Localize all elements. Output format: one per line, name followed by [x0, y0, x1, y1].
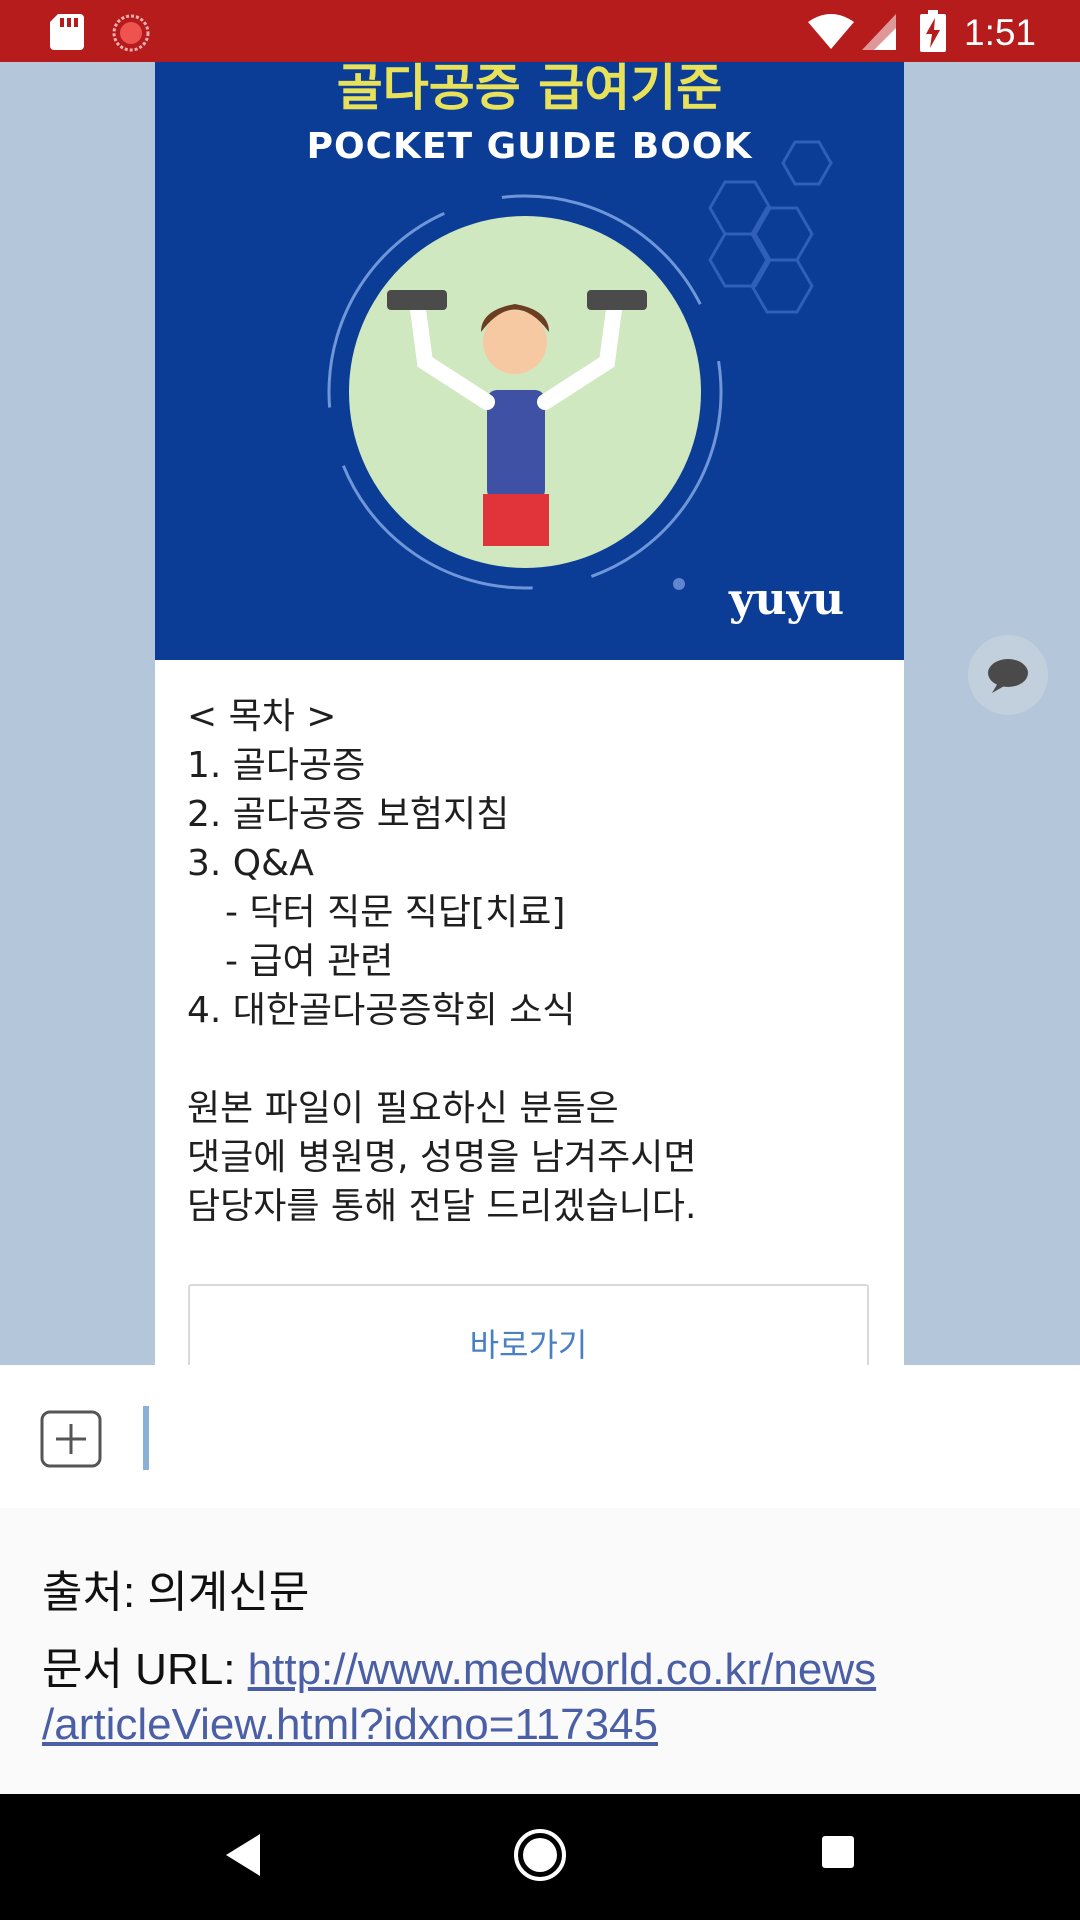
- cell-signal-icon: [862, 14, 896, 50]
- brand-logo: yuyu: [729, 574, 845, 625]
- toc-subitem: - 닥터 직문 직답[치료]: [225, 892, 566, 933]
- sd-card-icon: [50, 14, 84, 50]
- toc-item: 4. 대한골다공증학회 소식: [187, 990, 576, 1031]
- source-info: 출처: 의계신문 문서 URL: http://www.medworld.co.…: [0, 1508, 1080, 1794]
- home-icon[interactable]: [513, 1828, 567, 1882]
- comment-icon: [988, 659, 1028, 693]
- document-url: 문서 URL: http://www.medworld.co.kr/news/a…: [42, 1642, 1042, 1752]
- comment-button[interactable]: [968, 635, 1048, 715]
- post-text: < 목차 > 1. 골다공증 2. 골다공증 보험지침 3. Q&A - 닥터 …: [187, 692, 877, 1231]
- recent-apps-icon[interactable]: [820, 1834, 856, 1870]
- screen-record-icon: [112, 14, 150, 52]
- url-link-part1[interactable]: http://www.medworld.co.kr/news: [248, 1645, 876, 1694]
- wifi-icon: [808, 14, 854, 49]
- back-icon[interactable]: [222, 1832, 262, 1878]
- chat-area[interactable]: 골다공증 급여기준 POCKET GUIDE BOOK yuyu < 목차 > …: [0, 62, 1080, 1365]
- post-card[interactable]: 골다공증 급여기준 POCKET GUIDE BOOK yuyu < 목차 > …: [155, 62, 904, 1365]
- message-input[interactable]: [150, 1395, 1030, 1479]
- url-link-part2[interactable]: /articleView.html?idxno=117345: [42, 1700, 658, 1749]
- notice-line: 담당자를 통해 전달 드리겠습니다.: [187, 1186, 697, 1227]
- cover-subtitle: POCKET GUIDE BOOK: [306, 126, 753, 167]
- toc-item: 3. Q&A: [187, 843, 314, 884]
- battery-charging-icon: [920, 10, 946, 52]
- goto-link-button[interactable]: 바로가기: [188, 1284, 869, 1365]
- add-attachment-button[interactable]: [40, 1410, 102, 1468]
- toc-item: 1. 골다공증: [187, 745, 366, 786]
- toc-heading: < 목차 >: [187, 696, 337, 737]
- notice-line: 원본 파일이 필요하신 분들은: [187, 1088, 619, 1129]
- source-text: 출처: 의계신문: [42, 1568, 310, 1617]
- url-label: 문서 URL:: [42, 1645, 248, 1694]
- toc-item: 2. 골다공증 보험지침: [187, 794, 510, 835]
- cover-title: 골다공증 급여기준: [336, 62, 723, 117]
- toc-subitem: - 급여 관련: [225, 941, 394, 982]
- navigation-bar: [0, 1794, 1080, 1920]
- notice-line: 댓글에 병원명, 성명을 남겨주시면: [187, 1137, 697, 1178]
- status-time: 1:51: [964, 12, 1037, 53]
- cover-image[interactable]: 골다공증 급여기준 POCKET GUIDE BOOK yuyu: [155, 62, 904, 660]
- text-cursor: [143, 1406, 149, 1470]
- status-bar: 1:51: [0, 0, 1080, 62]
- message-input-bar: [0, 1365, 1080, 1508]
